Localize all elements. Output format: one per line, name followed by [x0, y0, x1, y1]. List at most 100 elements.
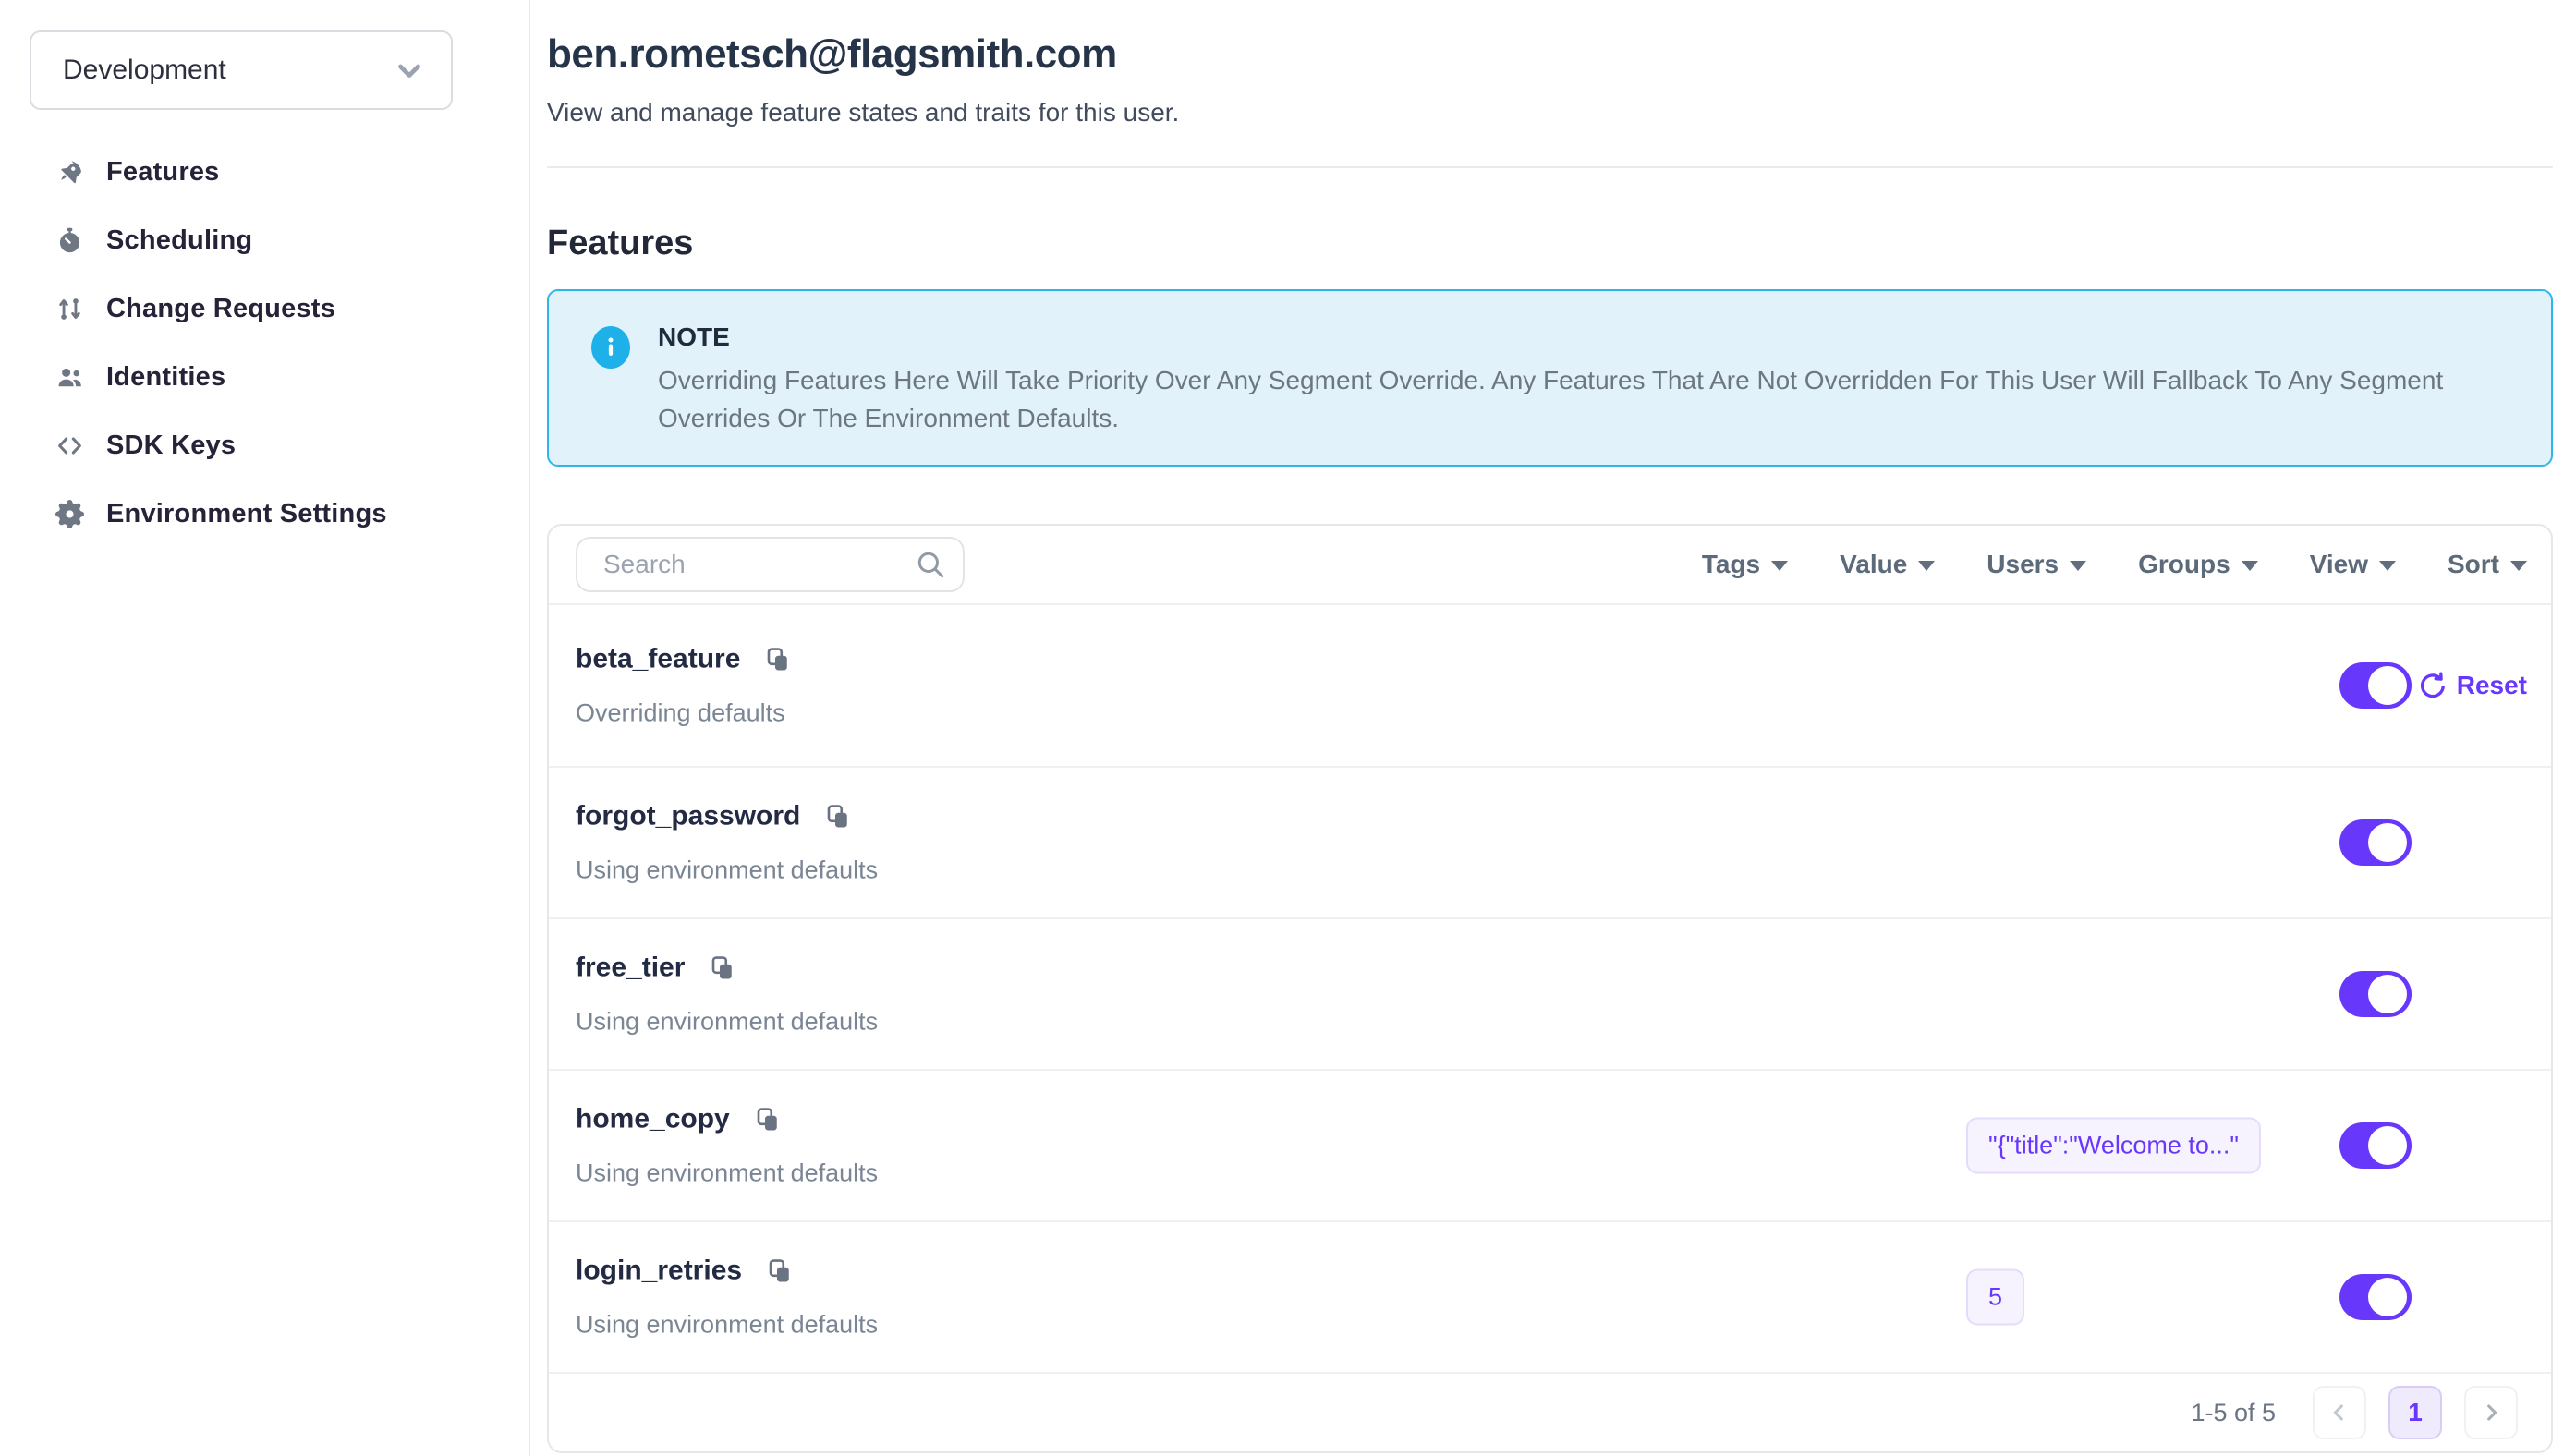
feature-info: beta_feature Overriding defaults [576, 644, 792, 728]
pagination-prev-button[interactable] [2313, 1386, 2366, 1439]
feature-name[interactable]: free_tier [576, 952, 685, 984]
features-heading: Features [547, 224, 2553, 263]
page-title: ben.rometsch@flagsmith.com [547, 31, 2553, 78]
environment-selector-value: Development [63, 55, 226, 86]
page-subtitle: View and manage feature states and trait… [547, 98, 2553, 127]
filter-groups[interactable]: Groups [2138, 550, 2258, 579]
toggle-knob [2368, 1126, 2407, 1165]
sidebar-item-features[interactable]: Features [30, 138, 529, 206]
copy-icon[interactable] [764, 644, 792, 674]
header-divider [547, 166, 2553, 168]
filter-tags[interactable]: Tags [1702, 550, 1788, 579]
reset-button[interactable]: Reset [2418, 671, 2527, 700]
feature-status: Using environment defaults [576, 1008, 878, 1037]
search-icon [915, 549, 946, 580]
feature-toggle[interactable] [2339, 662, 2412, 709]
feature-status: Using environment defaults [576, 1311, 878, 1340]
sidebar: Development Features Scheduling Change R… [0, 0, 530, 1456]
note-callout: NOTE Overriding Features Here Will Take … [547, 289, 2553, 467]
feature-info: free_tier Using environment defaults [576, 952, 878, 1037]
feature-row: login_retries Using environment defaults… [549, 1222, 2551, 1374]
feature-row: home_copy Using environment defaults "{"… [549, 1071, 2551, 1222]
note-title: NOTE [658, 322, 2514, 352]
rocket-icon [55, 158, 84, 187]
feature-toggle[interactable] [2339, 1274, 2412, 1320]
change-requests-icon [55, 295, 84, 323]
sidebar-item-label: Change Requests [106, 294, 335, 324]
note-content: NOTE Overriding Features Here Will Take … [658, 322, 2514, 437]
sidebar-item-label: SDK Keys [106, 431, 236, 461]
sidebar-item-change-requests[interactable]: Change Requests [30, 274, 529, 343]
sidebar-item-identities[interactable]: Identities [30, 343, 529, 411]
feature-value-chip[interactable]: 5 [1966, 1269, 2024, 1326]
feature-toggle[interactable] [2339, 971, 2412, 1017]
toggle-knob [2368, 666, 2407, 705]
feature-status: Using environment defaults [576, 1159, 878, 1188]
feature-status: Using environment defaults [576, 856, 878, 885]
feature-info: home_copy Using environment defaults [576, 1104, 878, 1188]
reset-icon [2418, 671, 2448, 700]
features-toolbar: Tags Value Users Groups View Sort [549, 526, 2551, 605]
feature-info: forgot_password Using environment defaul… [576, 801, 878, 885]
feature-name[interactable]: beta_feature [576, 644, 740, 675]
environment-selector[interactable]: Development [30, 30, 453, 110]
toggle-knob [2368, 823, 2407, 862]
filter-view[interactable]: View [2310, 550, 2396, 579]
main-content: ben.rometsch@flagsmith.com View and mana… [530, 0, 2576, 1456]
caret-down-icon [1771, 561, 1788, 571]
caret-down-icon [2242, 561, 2258, 571]
sidebar-item-environment-settings[interactable]: Environment Settings [30, 479, 529, 548]
toggle-knob [2368, 1278, 2407, 1316]
filter-value[interactable]: Value [1840, 550, 1935, 579]
copy-icon[interactable] [766, 1256, 794, 1286]
copy-icon[interactable] [754, 1104, 782, 1134]
info-icon [591, 326, 630, 369]
feature-name[interactable]: home_copy [576, 1104, 730, 1135]
reset-label: Reset [2457, 671, 2527, 700]
caret-down-icon [2510, 561, 2527, 571]
caret-down-icon [2070, 561, 2086, 571]
filter-sort[interactable]: Sort [2448, 550, 2527, 579]
copy-icon[interactable] [709, 952, 736, 983]
gear-icon [55, 500, 84, 528]
identities-icon [55, 363, 84, 392]
code-icon [55, 431, 84, 460]
feature-info: login_retries Using environment defaults [576, 1256, 878, 1340]
feature-value-chip[interactable]: "{"title":"Welcome to..." [1966, 1118, 2261, 1174]
copy-icon[interactable] [824, 801, 852, 831]
stopwatch-icon [55, 226, 84, 255]
sidebar-item-label: Environment Settings [106, 499, 387, 529]
pagination-summary: 1-5 of 5 [2191, 1399, 2276, 1427]
pagination-next-button[interactable] [2464, 1386, 2518, 1439]
caret-down-icon [1918, 561, 1935, 571]
feature-toggle[interactable] [2339, 1122, 2412, 1169]
sidebar-item-label: Features [106, 157, 220, 188]
caret-down-icon [2379, 561, 2396, 571]
search-box [576, 537, 965, 592]
toggle-knob [2368, 975, 2407, 1013]
pagination: 1-5 of 5 1 [549, 1374, 2551, 1451]
chevron-right-icon [2478, 1400, 2504, 1426]
features-panel: Tags Value Users Groups View Sort beta_f… [547, 524, 2553, 1453]
sidebar-item-label: Identities [106, 362, 225, 393]
sidebar-item-label: Scheduling [106, 225, 252, 256]
chevron-down-icon [392, 53, 427, 88]
feature-row: beta_feature Overriding defaults Reset [549, 605, 2551, 768]
feature-name[interactable]: login_retries [576, 1256, 742, 1287]
sidebar-item-sdk-keys[interactable]: SDK Keys [30, 411, 529, 479]
feature-row: forgot_password Using environment defaul… [549, 768, 2551, 919]
feature-name[interactable]: forgot_password [576, 801, 800, 832]
note-body: Overriding Features Here Will Take Prior… [658, 361, 2514, 437]
feature-row: free_tier Using environment defaults [549, 919, 2551, 1071]
chevron-left-icon [2327, 1400, 2352, 1426]
sidebar-nav: Features Scheduling Change Requests Iden… [30, 138, 529, 548]
app-root: Development Features Scheduling Change R… [0, 0, 2576, 1456]
filter-users[interactable]: Users [1987, 550, 2086, 579]
search-input[interactable] [576, 537, 965, 592]
feature-status: Overriding defaults [576, 699, 792, 728]
feature-list: beta_feature Overriding defaults Reset f… [549, 605, 2551, 1374]
pagination-page-1-button[interactable]: 1 [2388, 1386, 2442, 1439]
feature-toggle[interactable] [2339, 819, 2412, 866]
filter-bar: Tags Value Users Groups View Sort [1702, 550, 2527, 579]
sidebar-item-scheduling[interactable]: Scheduling [30, 206, 529, 274]
